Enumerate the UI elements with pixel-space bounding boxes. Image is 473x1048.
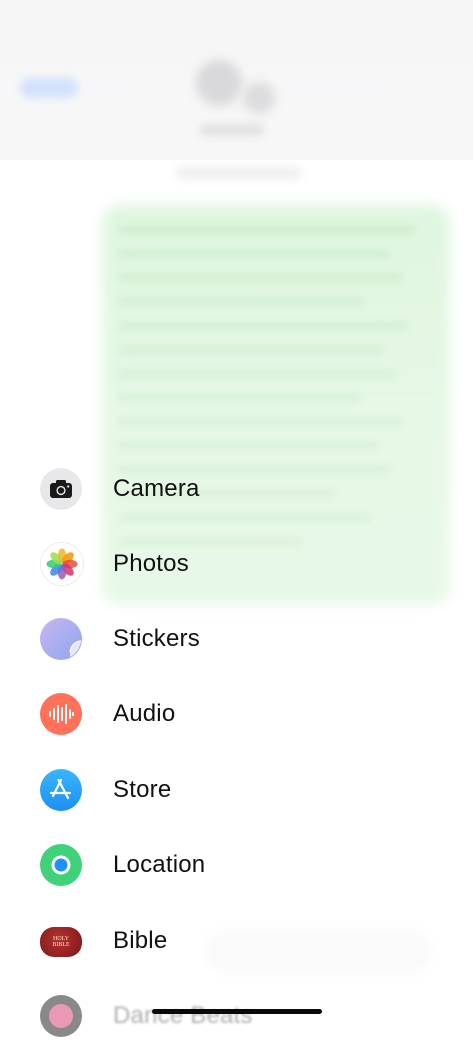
menu-item-label: Store: [113, 776, 172, 803]
audio-waveform-icon: [40, 693, 82, 735]
menu-item-label: Dance Beats: [113, 1002, 253, 1029]
menu-item-stickers[interactable]: Stickers: [0, 607, 473, 671]
photos-icon: [40, 542, 84, 586]
bible-icon: HOLY BIBLE: [40, 927, 82, 957]
app-icon: [40, 995, 82, 1037]
menu-item-label: Camera: [113, 475, 200, 502]
stickers-icon: [40, 618, 82, 660]
menu-item-camera[interactable]: Camera: [0, 457, 473, 521]
app-store-icon: [40, 769, 82, 811]
menu-item-dance-beats[interactable]: Dance Beats: [0, 984, 473, 1048]
menu-item-label: Photos: [113, 550, 189, 577]
menu-item-photos[interactable]: Photos: [0, 532, 473, 596]
location-icon: [40, 844, 82, 886]
menu-item-audio[interactable]: Audio: [0, 682, 473, 746]
menu-item-label: Bible: [113, 927, 168, 954]
menu-item-bible[interactable]: HOLY BIBLE Bible: [0, 909, 473, 973]
menu-item-label: Stickers: [113, 625, 200, 652]
home-indicator[interactable]: [152, 1009, 322, 1014]
menu-item-label: Location: [113, 851, 206, 878]
camera-icon: [40, 468, 82, 510]
menu-item-store[interactable]: Store: [0, 758, 473, 822]
menu-item-label: Audio: [113, 700, 176, 727]
menu-item-location[interactable]: Location: [0, 833, 473, 897]
